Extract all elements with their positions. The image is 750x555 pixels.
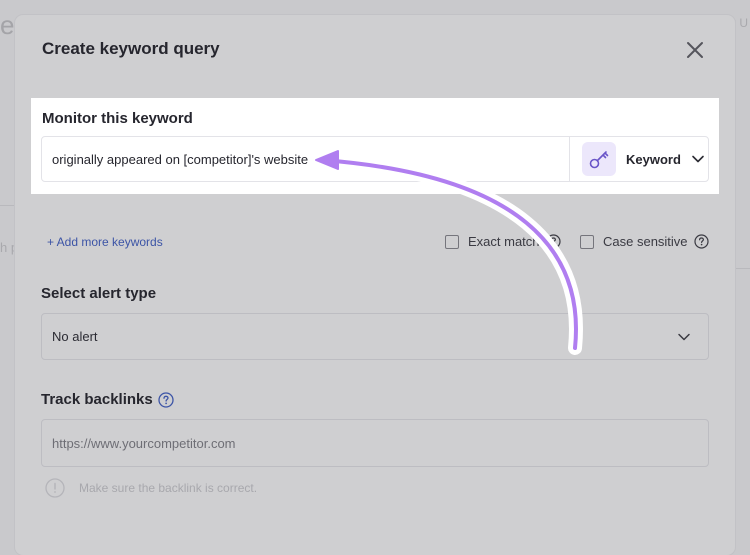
key-icon [589, 151, 609, 169]
key-icon-box [582, 142, 616, 176]
help-icon[interactable] [158, 391, 174, 408]
track-backlinks-heading: Track backlinks [41, 391, 174, 408]
exact-match-checkbox[interactable] [445, 234, 459, 249]
modal-title: Create keyword query [42, 39, 220, 58]
keyword-type-dropdown[interactable]: Keyword [582, 141, 706, 177]
keyword-label: Monitor this keyword [42, 110, 193, 127]
help-icon[interactable] [545, 234, 561, 249]
keyword-divider [569, 137, 570, 181]
close-icon [687, 42, 703, 58]
track-backlinks-label: Track backlinks [41, 391, 153, 408]
info-icon [45, 478, 65, 498]
background-title-fragment: e [0, 10, 15, 40]
case-sensitive-label: Case sensitive [603, 234, 688, 249]
alert-type-value: No alert [52, 329, 98, 344]
alert-type-select[interactable]: No alert [41, 313, 709, 360]
exact-match-option[interactable]: Exact match [445, 234, 561, 249]
keyword-input[interactable] [42, 137, 568, 181]
chevron-down-icon [678, 333, 690, 341]
backlink-hint: Make sure the backlink is correct. [45, 478, 257, 498]
backlink-url-input[interactable] [41, 419, 709, 467]
alert-type-label: Select alert type [41, 285, 157, 302]
backlink-hint-text: Make sure the backlink is correct. [79, 481, 258, 495]
exact-match-label: Exact match [468, 234, 540, 249]
add-more-keywords-link[interactable]: + Add more keywords [47, 235, 163, 249]
keyword-type-label: Keyword [626, 151, 681, 167]
background-divider [0, 205, 15, 206]
close-button[interactable] [682, 37, 708, 63]
case-sensitive-option[interactable]: Case sensitive [580, 234, 709, 249]
background-divider [735, 268, 750, 269]
case-sensitive-checkbox[interactable] [580, 234, 594, 249]
chevron-down-icon [692, 155, 704, 163]
help-icon[interactable] [693, 234, 709, 249]
keyword-section: Monitor this keyword Keyword [31, 98, 719, 194]
keyword-row: Keyword [41, 136, 709, 182]
